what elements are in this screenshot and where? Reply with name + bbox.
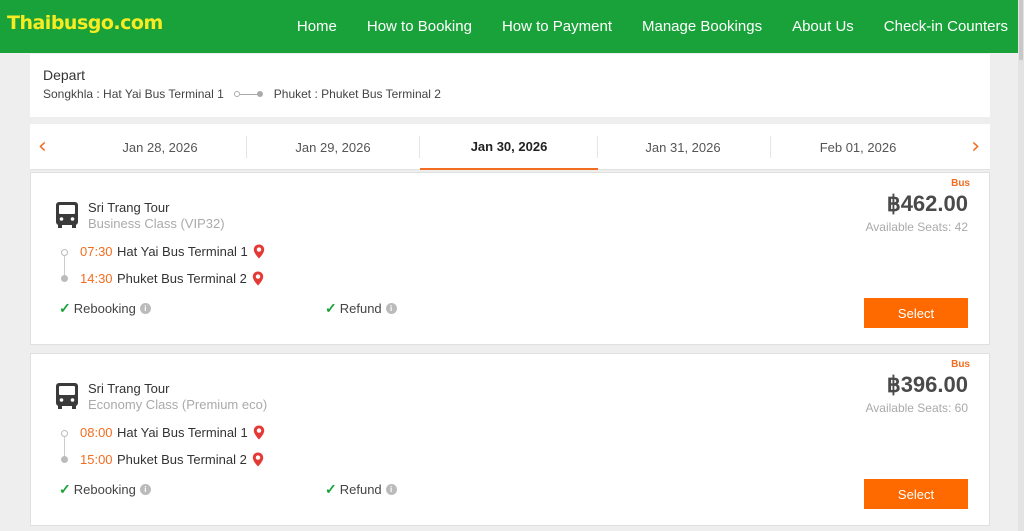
info-icon[interactable]: i xyxy=(139,303,151,314)
map-pin-icon[interactable] xyxy=(252,452,264,467)
date-tab[interactable]: Jan 28, 2026 xyxy=(90,124,230,170)
arrival-time: 15:00 xyxy=(80,452,113,467)
departure-time: 08:00 xyxy=(80,425,113,440)
info-icon[interactable]: i xyxy=(139,484,151,495)
nav-about-us[interactable]: About Us xyxy=(777,18,869,35)
trip-card: Sri Trang Tour Economy Class (Premium ec… xyxy=(30,353,990,526)
arrival-place: Phuket Bus Terminal 2 xyxy=(117,271,247,286)
departure-time: 07:30 xyxy=(80,244,113,259)
nav-home[interactable]: Home xyxy=(282,18,352,35)
info-icon[interactable]: i xyxy=(385,484,397,495)
refund-feature: ✓ Refund i xyxy=(325,300,397,317)
seat-class: Economy Class (Premium eco) xyxy=(88,397,268,412)
seat-class: Business Class (VIP32) xyxy=(88,216,225,231)
info-icon[interactable]: i xyxy=(385,303,397,314)
route-to: Phuket : Phuket Bus Terminal 2 xyxy=(273,87,441,101)
scrollbar-thumb[interactable] xyxy=(1019,0,1023,60)
refund-feature: ✓ Refund i xyxy=(325,481,397,498)
chevron-left-icon[interactable]: ‹ xyxy=(38,134,47,159)
timeline-icon xyxy=(61,249,68,282)
timeline-icon xyxy=(61,430,68,463)
map-pin-icon[interactable] xyxy=(253,425,265,440)
date-tab[interactable]: Jan 29, 2026 xyxy=(263,124,403,170)
date-tab[interactable]: Jan 31, 2026 xyxy=(613,124,753,170)
departure-place: Hat Yai Bus Terminal 1 xyxy=(117,425,248,440)
route-from: Songkhla : Hat Yai Bus Terminal 1 xyxy=(43,87,224,101)
map-pin-icon[interactable] xyxy=(253,244,265,259)
site-logo[interactable]: Thaibusgo.com xyxy=(7,12,163,34)
check-icon: ✓ xyxy=(59,300,71,316)
refund-label: Refund xyxy=(339,301,382,316)
check-icon: ✓ xyxy=(325,300,337,316)
rebooking-label: Rebooking xyxy=(73,482,136,497)
price: ฿396.00 xyxy=(886,372,968,397)
select-button[interactable]: Select xyxy=(864,479,968,509)
nav-check-in-counters[interactable]: Check-in Counters xyxy=(869,18,1024,35)
map-pin-icon[interactable] xyxy=(252,271,264,286)
check-icon: ✓ xyxy=(325,481,337,497)
vehicle-type-badge: Bus xyxy=(951,359,970,370)
arrival-stop: 15:00 Phuket Bus Terminal 2 xyxy=(80,452,264,467)
trip-card: Sri Trang Tour Business Class (VIP32) 07… xyxy=(30,172,990,345)
check-icon: ✓ xyxy=(59,481,71,497)
route: Songkhla : Hat Yai Bus Terminal 1 Phuket… xyxy=(43,87,441,101)
price: ฿462.00 xyxy=(886,191,968,216)
date-selector: ‹ Jan 28, 2026 Jan 29, 2026 Jan 30, 2026… xyxy=(30,124,990,170)
arrival-place: Phuket Bus Terminal 2 xyxy=(117,452,247,467)
bus-icon xyxy=(56,383,78,409)
operator-name: Sri Trang Tour xyxy=(88,381,170,396)
available-seats: Available Seats: 42 xyxy=(865,220,968,234)
rebooking-label: Rebooking xyxy=(73,301,136,316)
departure-stop: 07:30 Hat Yai Bus Terminal 1 xyxy=(80,244,265,259)
chevron-right-icon[interactable]: › xyxy=(971,134,980,159)
date-divider xyxy=(246,136,247,158)
select-button[interactable]: Select xyxy=(864,298,968,328)
available-seats: Available Seats: 60 xyxy=(865,401,968,415)
depart-summary: Depart Songkhla : Hat Yai Bus Terminal 1… xyxy=(30,54,990,117)
rebooking-feature: ✓ Rebooking i xyxy=(59,481,151,498)
departure-stop: 08:00 Hat Yai Bus Terminal 1 xyxy=(80,425,265,440)
nav-how-to-booking[interactable]: How to Booking xyxy=(352,18,487,35)
rebooking-feature: ✓ Rebooking i xyxy=(59,300,151,317)
arrival-time: 14:30 xyxy=(80,271,113,286)
nav-how-to-payment[interactable]: How to Payment xyxy=(487,18,627,35)
route-connector-icon xyxy=(233,89,264,99)
scrollbar[interactable] xyxy=(1018,0,1024,531)
bus-icon xyxy=(56,202,78,228)
top-header: Thaibusgo.com Home How to Booking How to… xyxy=(0,0,1024,53)
date-divider xyxy=(597,136,598,158)
nav-manage-bookings[interactable]: Manage Bookings xyxy=(627,18,777,35)
operator-name: Sri Trang Tour xyxy=(88,200,170,215)
date-tab-selected[interactable]: Jan 30, 2026 xyxy=(420,124,598,170)
date-tab[interactable]: Feb 01, 2026 xyxy=(788,124,928,170)
depart-title: Depart xyxy=(43,67,86,83)
vehicle-type-badge: Bus xyxy=(951,178,970,189)
refund-label: Refund xyxy=(339,482,382,497)
main-nav: Home How to Booking How to Payment Manag… xyxy=(282,0,1024,53)
departure-place: Hat Yai Bus Terminal 1 xyxy=(117,244,248,259)
arrival-stop: 14:30 Phuket Bus Terminal 2 xyxy=(80,271,264,286)
date-divider xyxy=(770,136,771,158)
